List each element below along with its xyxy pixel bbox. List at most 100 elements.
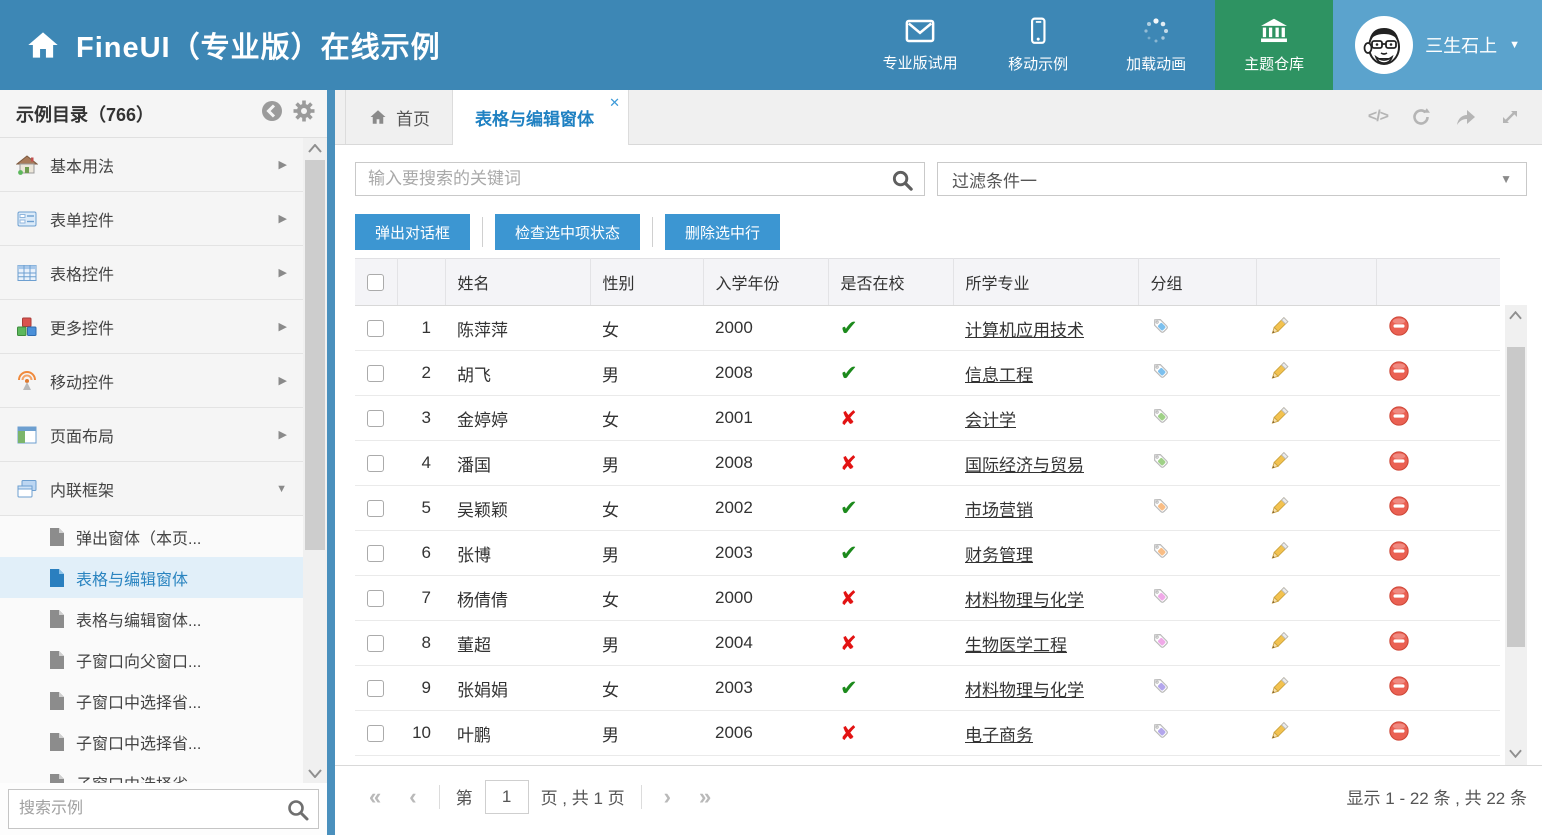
- sidebar-item-grid[interactable]: 表格控件▶: [0, 246, 303, 300]
- row-checkbox[interactable]: [367, 590, 384, 607]
- sidebar-subitem[interactable]: 表格与编辑窗体...: [0, 598, 303, 639]
- nav-mobile-demo[interactable]: 移动示例: [979, 0, 1097, 90]
- first-page-button[interactable]: «: [355, 786, 395, 808]
- row-checkbox[interactable]: [367, 680, 384, 697]
- group-tag-icon[interactable]: [1150, 585, 1171, 606]
- delete-row-button[interactable]: [1388, 495, 1410, 517]
- delete-row-button[interactable]: [1388, 405, 1410, 427]
- nav-pro-trial[interactable]: 专业版试用: [861, 0, 979, 90]
- row-checkbox[interactable]: [367, 635, 384, 652]
- group-tag-icon[interactable]: [1150, 360, 1171, 381]
- major-link[interactable]: 材料物理与化学: [965, 591, 1084, 610]
- tab-home[interactable]: 首页: [345, 90, 453, 144]
- table-row[interactable]: 10叶鹏男2006✘电子商务: [355, 711, 1500, 756]
- page-number-input[interactable]: [485, 780, 529, 814]
- keyword-search-input[interactable]: [356, 163, 924, 195]
- row-checkbox[interactable]: [367, 725, 384, 742]
- delete-row-button[interactable]: [1388, 585, 1410, 607]
- sidebar-subitem[interactable]: 子窗口向父窗口...: [0, 639, 303, 680]
- scroll-down-icon[interactable]: [1509, 745, 1522, 763]
- sidebar-subitem[interactable]: 子窗口中选择省...: [0, 721, 303, 762]
- scroll-up-icon[interactable]: [303, 138, 327, 158]
- major-link[interactable]: 财务管理: [965, 546, 1033, 565]
- edit-pencil-button[interactable]: [1268, 405, 1290, 427]
- delete-row-button[interactable]: [1388, 720, 1410, 742]
- row-checkbox[interactable]: [367, 320, 384, 337]
- table-row[interactable]: 3金婷婷女2001✘会计学: [355, 396, 1500, 441]
- major-link[interactable]: 电子商务: [965, 726, 1033, 745]
- sidebar-subitem[interactable]: 子窗口中选择省: [0, 762, 303, 783]
- last-page-button[interactable]: »: [685, 786, 725, 808]
- group-tag-icon[interactable]: [1150, 720, 1171, 741]
- major-link[interactable]: 材料物理与化学: [965, 681, 1084, 700]
- delete-row-button[interactable]: [1388, 540, 1410, 562]
- sidebar-search-input[interactable]: [9, 790, 318, 828]
- table-row[interactable]: 7杨倩倩女2000✘材料物理与化学: [355, 576, 1500, 621]
- tab-close-icon[interactable]: ✕: [609, 95, 620, 111]
- edit-pencil-button[interactable]: [1268, 360, 1290, 382]
- delete-row-button[interactable]: [1388, 450, 1410, 472]
- tab-active[interactable]: 表格与编辑窗体✕: [453, 90, 629, 145]
- sidebar-splitter[interactable]: [327, 90, 335, 835]
- table-row[interactable]: 11张晓晓女2002✔管理学: [355, 756, 1500, 766]
- search-icon[interactable]: [891, 169, 914, 197]
- group-tag-icon[interactable]: [1150, 495, 1171, 516]
- table-row[interactable]: 5吴颖颖女2002✔市场营销: [355, 486, 1500, 531]
- major-link[interactable]: 计算机应用技术: [965, 321, 1084, 340]
- major-link[interactable]: 市场营销: [965, 501, 1033, 520]
- delete-row-button[interactable]: [1388, 675, 1410, 697]
- delete-row-button[interactable]: [1388, 765, 1410, 766]
- edit-pencil-button[interactable]: [1268, 675, 1290, 697]
- major-link[interactable]: 会计学: [965, 411, 1016, 430]
- row-checkbox[interactable]: [367, 500, 384, 517]
- user-menu[interactable]: 三生石上 ▼: [1333, 0, 1542, 90]
- table-row[interactable]: 4潘国男2008✘国际经济与贸易: [355, 441, 1500, 486]
- sidebar-item-layout[interactable]: 页面布局▶: [0, 408, 303, 462]
- edit-pencil-button[interactable]: [1268, 765, 1290, 766]
- delete-selected-button[interactable]: 删除选中行: [665, 214, 780, 250]
- expand-icon[interactable]: [1500, 107, 1520, 127]
- table-row[interactable]: 9张娟娟女2003✔材料物理与化学: [355, 666, 1500, 711]
- filter-dropdown[interactable]: 过滤条件一 ▼: [937, 162, 1527, 196]
- row-checkbox[interactable]: [367, 410, 384, 427]
- delete-row-button[interactable]: [1388, 360, 1410, 382]
- group-tag-icon[interactable]: [1150, 630, 1171, 651]
- group-tag-icon[interactable]: [1150, 405, 1171, 426]
- table-row[interactable]: 1陈萍萍女2000✔计算机应用技术: [355, 306, 1500, 351]
- row-checkbox[interactable]: [367, 545, 384, 562]
- group-tag-icon[interactable]: [1150, 675, 1171, 696]
- major-link[interactable]: 国际经济与贸易: [965, 456, 1084, 475]
- major-link[interactable]: 生物医学工程: [965, 636, 1067, 655]
- sidebar-subitem[interactable]: 表格与编辑窗体: [0, 557, 303, 598]
- major-link[interactable]: 信息工程: [965, 366, 1033, 385]
- sidebar-subitem[interactable]: 子窗口中选择省...: [0, 680, 303, 721]
- edit-pencil-button[interactable]: [1268, 315, 1290, 337]
- open-dialog-button[interactable]: 弹出对话框: [355, 214, 470, 250]
- sidebar-item-iframe[interactable]: 内联框架▼: [0, 462, 303, 516]
- view-source-icon[interactable]: </>: [1368, 108, 1388, 126]
- table-row[interactable]: 2胡飞男2008✔信息工程: [355, 351, 1500, 396]
- sidebar-item-more[interactable]: 更多控件▶: [0, 300, 303, 354]
- table-row[interactable]: 6张博男2003✔财务管理: [355, 531, 1500, 576]
- edit-pencil-button[interactable]: [1268, 630, 1290, 652]
- nav-loading[interactable]: 加载动画: [1097, 0, 1215, 90]
- prev-page-button[interactable]: ‹: [395, 786, 430, 808]
- check-selected-button[interactable]: 检查选中项状态: [495, 214, 640, 250]
- table-row[interactable]: 8董超男2004✘生物医学工程: [355, 621, 1500, 666]
- share-icon[interactable]: [1454, 107, 1478, 127]
- group-tag-icon[interactable]: [1150, 315, 1171, 336]
- sidebar-scrollbar[interactable]: [303, 138, 327, 783]
- group-tag-icon[interactable]: [1150, 540, 1171, 561]
- scroll-down-icon[interactable]: [303, 763, 327, 783]
- table-scrollbar[interactable]: [1505, 305, 1527, 765]
- edit-pencil-button[interactable]: [1268, 540, 1290, 562]
- refresh-icon[interactable]: [1410, 106, 1432, 128]
- sidebar-subitem[interactable]: 弹出窗体（本页...: [0, 516, 303, 557]
- delete-row-button[interactable]: [1388, 315, 1410, 337]
- collapse-back-icon[interactable]: [261, 100, 283, 127]
- group-tag-icon[interactable]: [1150, 450, 1171, 471]
- edit-pencil-button[interactable]: [1268, 450, 1290, 472]
- row-checkbox[interactable]: [367, 365, 384, 382]
- next-page-button[interactable]: ›: [650, 786, 685, 808]
- search-icon[interactable]: [286, 798, 310, 827]
